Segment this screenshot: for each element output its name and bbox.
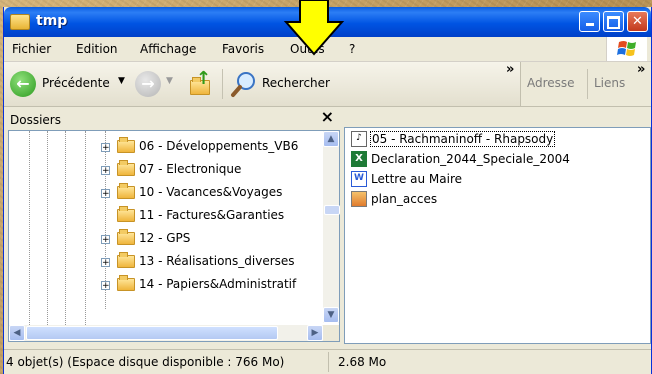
audio-file-icon: ♪ [351,131,367,147]
maximize-button[interactable] [603,11,624,32]
minimize-icon [585,23,594,26]
back-dropdown-icon[interactable]: ▼ [118,76,125,86]
folder-icon [117,275,135,291]
links-label[interactable]: Liens [594,76,625,90]
folder-icon [117,229,135,245]
tree-item-label: 14 - Papiers&Administratif [139,277,297,291]
forward-dropdown-icon[interactable]: ▼ [166,76,173,86]
close-icon: ✕ [632,14,643,29]
scroll-left-arrow-icon[interactable]: ◀ [9,325,25,341]
minimize-button[interactable] [579,11,600,32]
status-objects: 4 objet(s) (Espace disque disponible : 7… [6,355,285,369]
file-name: plan_acces [371,192,438,206]
scroll-up-arrow-icon[interactable]: ▲ [323,131,339,147]
expand-icon[interactable]: + [101,189,110,199]
address-label[interactable]: Adresse [527,76,575,90]
tree-vertical-scrollbar[interactable]: ▲ ▼ [323,131,340,323]
search-icon [231,72,255,97]
scroll-down-arrow-icon[interactable]: ▼ [323,307,339,323]
close-button[interactable]: ✕ [627,11,648,32]
folder-icon [117,160,135,176]
folder-icon [117,183,135,199]
tree-line [47,131,48,325]
up-folder-button[interactable]: ↑ [186,68,214,98]
folders-pane-close-icon[interactable]: × [321,107,334,126]
folders-pane-header: Dossiers × [8,107,340,130]
expand-icon[interactable]: + [101,258,110,268]
expand-icon[interactable]: + [101,166,110,176]
links-overflow-icon[interactable]: » [637,62,645,77]
status-separator [328,352,329,372]
folder-icon [117,137,135,153]
tree-item-label: 12 - GPS [139,231,191,245]
word-file-icon: W [351,171,367,187]
window-title: tmp [36,13,68,29]
file-name: 05 - Rachmaninoff - Rhapsody [369,131,556,147]
horizontal-scroll-thumb[interactable] [26,326,278,340]
image-file-icon [351,191,367,207]
yellow-arrow-icon [283,0,345,56]
expand-icon[interactable]: + [101,143,110,153]
up-arrow-icon: ↑ [196,68,212,89]
windows-logo [606,37,647,61]
back-label[interactable]: Précédente [42,76,110,90]
menu-favoris[interactable]: Favoris [222,42,264,56]
vertical-scroll-thumb[interactable] [324,205,340,215]
back-arrow-icon: ← [16,74,30,93]
status-size: 2.68 Mo [338,355,387,369]
search-button[interactable]: Rechercher [230,70,330,98]
tree-line [65,131,66,325]
main-area: Dossiers × + 06 - Développements_VB6 + 0… [4,107,651,349]
toolbar-separator [222,69,223,99]
excel-file-icon: X [351,151,367,167]
address-separator [587,69,588,99]
maximize-icon [607,16,620,29]
folders-pane-title: Dossiers [10,113,61,127]
folder-icon [117,206,135,222]
menu-affichage[interactable]: Affichage [140,42,196,56]
folder-icon [117,252,135,268]
status-bar: 4 objet(s) (Espace disque disponible : 7… [4,349,651,374]
tree-line [29,131,30,325]
toolbar-overflow-icon[interactable]: » [506,62,514,77]
file-name: Declaration_2044_Speciale_2004 [371,152,570,166]
tree-line [85,131,86,325]
forward-arrow-icon: → [141,74,155,93]
file-name: Lettre au Maire [371,172,463,186]
explorer-window: tmp ✕ Fichier Edition Affichage Favoris … [3,7,652,374]
tree-item-label: 06 - Développements_VB6 [139,139,299,153]
menu-edition[interactable]: Edition [76,42,118,56]
file-list[interactable]: ♪ 05 - Rachmaninoff - Rhapsody X Declara… [344,127,651,344]
tree-item-label: 07 - Electronique [139,162,242,176]
address-bar-area: Adresse Liens » [520,62,651,106]
tree-horizontal-scrollbar[interactable]: ◀ ▶ [9,325,323,341]
tree-item-label: 10 - Vacances&Voyages [139,185,283,199]
scroll-corner [323,325,339,341]
expand-icon[interactable]: + [101,235,110,245]
expand-icon[interactable]: + [101,281,110,291]
forward-button[interactable]: → [135,71,161,97]
folder-tree[interactable]: + 06 - Développements_VB6 + 07 - Electro… [8,130,340,342]
back-button[interactable]: ← [10,71,36,97]
search-label: Rechercher [262,76,330,90]
menu-fichier[interactable]: Fichier [12,42,51,56]
tree-item-label: 13 - Réalisations_diverses [139,254,295,268]
tree-item-label: 11 - Factures&Garanties [139,208,285,222]
windows-flag-icon [617,41,636,56]
scroll-right-arrow-icon[interactable]: ▶ [307,325,323,341]
folder-window-icon [10,14,30,30]
